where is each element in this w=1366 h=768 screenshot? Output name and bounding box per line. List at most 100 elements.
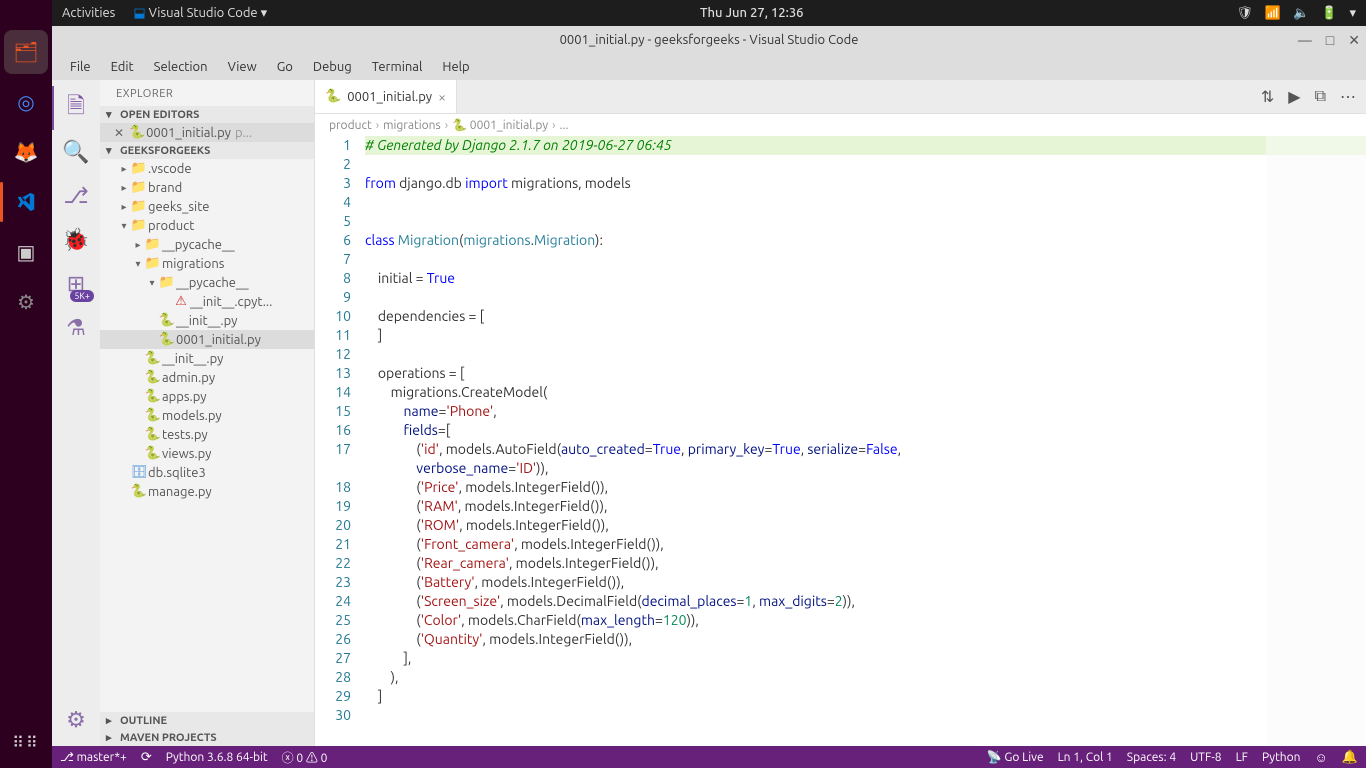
sync-icon[interactable]: ⟳ <box>141 750 152 765</box>
encoding[interactable]: UTF-8 <box>1190 751 1221 764</box>
compare-icon[interactable]: ⇅ <box>1261 87 1274 106</box>
tree-item-label: __pycache__ <box>176 276 249 290</box>
file-apps-py[interactable]: 🐍apps.py <box>100 387 314 406</box>
git-branch[interactable]: ⎇ master*+ <box>60 750 127 764</box>
breadcrumb[interactable]: product›migrations›🐍 0001_initial.py›... <box>315 114 1366 136</box>
folder---pycache--[interactable]: ▾📁__pycache__ <box>100 273 314 292</box>
file-manage-py[interactable]: 🐍manage.py <box>100 482 314 501</box>
breadcrumb-segment[interactable]: product <box>329 119 372 132</box>
tree-item-label: __init__.py <box>162 352 223 366</box>
search-icon[interactable]: 🔍 <box>52 130 100 174</box>
gnome-top-bar: Activities ⬓ Visual Studio Code ▾ Thu Ju… <box>52 0 1366 26</box>
feedback-icon[interactable]: ☺ <box>1315 750 1328 765</box>
launcher-files-icon[interactable]: 🗂 <box>4 30 48 74</box>
menu-go[interactable]: Go <box>267 60 303 74</box>
tab-close-icon[interactable]: × <box>438 89 446 105</box>
open-editor-item[interactable]: ✕ 🐍 0001_initial.py p... <box>100 123 314 142</box>
editor-tabs: 🐍 0001_initial.py × ⇅ ▶ ⧉ ⋯ <box>315 80 1366 114</box>
app-menu[interactable]: ⬓ Visual Studio Code ▾ <box>133 6 267 21</box>
outline-header[interactable]: ▸OUTLINE <box>100 712 314 729</box>
test-icon[interactable]: ⚗ <box>52 306 100 350</box>
source-control-icon[interactable]: ⎇ <box>52 174 100 218</box>
more-actions-icon[interactable]: ⋯ <box>1340 87 1356 106</box>
go-live-button[interactable]: 📡 Go Live <box>987 750 1044 764</box>
tab-label: 0001_initial.py <box>347 90 432 104</box>
close-icon[interactable]: ✕ <box>114 126 124 140</box>
folder-product[interactable]: ▾📁product <box>100 216 314 235</box>
file-0001-initial-py[interactable]: 🐍0001_initial.py <box>100 330 314 349</box>
notifications-icon[interactable]: 🔔 <box>1342 750 1358 765</box>
breadcrumb-segment[interactable]: migrations <box>383 119 441 132</box>
problems[interactable]: ⓧ 0 ⚠ 0 <box>282 749 328 766</box>
open-editor-label: 0001_initial.py <box>146 126 231 140</box>
language-mode[interactable]: Python <box>1262 751 1301 764</box>
file---init---cpyt---[interactable]: ⚠__init__.cpyt... <box>100 292 314 311</box>
menu-debug[interactable]: Debug <box>303 60 362 74</box>
menu-file[interactable]: File <box>60 60 101 74</box>
maven-header[interactable]: ▸MAVEN PROJECTS <box>100 729 314 746</box>
file---init---py[interactable]: 🐍__init__.py <box>100 311 314 330</box>
activity-bar: 🗎 🔍 ⎇ 🐞 ⊞5K+ ⚗ ⚙ <box>52 80 100 746</box>
volume-icon[interactable]: 🔈 <box>1293 6 1309 21</box>
tree-item-label: db.sqlite3 <box>148 466 206 480</box>
folder-geeks-site[interactable]: ▸📁geeks_site <box>100 197 314 216</box>
python-interpreter[interactable]: Python 3.6.8 64-bit <box>166 751 268 764</box>
open-editors-header[interactable]: ▾OPEN EDITORS <box>100 106 314 123</box>
launcher-settings-icon[interactable]: ⚙ <box>4 280 48 324</box>
activities-button[interactable]: Activities <box>62 6 115 20</box>
shield-icon[interactable]: 🛡 <box>1236 6 1253 21</box>
settings-gear-icon[interactable]: ⚙ <box>52 698 100 742</box>
file-views-py[interactable]: 🐍views.py <box>100 444 314 463</box>
file-models-py[interactable]: 🐍models.py <box>100 406 314 425</box>
run-icon[interactable]: ▶ <box>1288 87 1300 106</box>
breadcrumb-segment[interactable]: 🐍 0001_initial.py <box>452 118 548 132</box>
eol[interactable]: LF <box>1236 751 1248 764</box>
menu-selection[interactable]: Selection <box>144 60 218 74</box>
launcher-apps-grid-icon[interactable]: ⠿⠿ <box>6 727 45 758</box>
menu-terminal[interactable]: Terminal <box>362 60 433 74</box>
file---init---py[interactable]: 🐍__init__.py <box>100 349 314 368</box>
indentation[interactable]: Spaces: 4 <box>1127 751 1176 764</box>
explorer-sidebar: EXPLORER ▾OPEN EDITORS ✕ 🐍 0001_initial.… <box>100 80 315 746</box>
menu-help[interactable]: Help <box>432 60 479 74</box>
extensions-icon[interactable]: ⊞5K+ <box>52 262 100 306</box>
folder---pycache--[interactable]: ▸📁__pycache__ <box>100 235 314 254</box>
tree-item-label: views.py <box>162 447 211 461</box>
tree-item-label: models.py <box>162 409 222 423</box>
tree-item-label: geeks_site <box>148 200 209 214</box>
file-admin-py[interactable]: 🐍admin.py <box>100 368 314 387</box>
tree-item-label: product <box>148 219 194 233</box>
launcher-terminal-icon[interactable]: ▣ <box>4 230 48 274</box>
tree-item-label: apps.py <box>162 390 207 404</box>
folder-migrations[interactable]: ▾📁migrations <box>100 254 314 273</box>
folder--vscode[interactable]: ▸📁.vscode <box>100 159 314 178</box>
debug-icon[interactable]: 🐞 <box>52 218 100 262</box>
code-editor[interactable]: 1234567891011121314151617181920212223242… <box>315 136 1366 746</box>
split-editor-icon[interactable]: ⧉ <box>1315 87 1326 106</box>
battery-icon[interactable]: 🔋 <box>1321 6 1337 21</box>
power-menu-icon[interactable]: ▾ <box>1349 6 1356 21</box>
cursor-position[interactable]: Ln 1, Col 1 <box>1058 751 1113 764</box>
close-button[interactable]: ✕ <box>1348 32 1360 49</box>
folder-brand[interactable]: ▸📁brand <box>100 178 314 197</box>
explorer-icon[interactable]: 🗎 <box>52 86 100 130</box>
maximize-button[interactable]: □ <box>1326 32 1334 49</box>
launcher-chromium-icon[interactable]: ◎ <box>4 80 48 124</box>
editor-area: 🐍 0001_initial.py × ⇅ ▶ ⧉ ⋯ product›migr… <box>315 80 1366 746</box>
menu-edit[interactable]: Edit <box>101 60 144 74</box>
launcher-firefox-icon[interactable]: 🦊 <box>4 130 48 174</box>
launcher-vscode-icon[interactable] <box>4 180 48 224</box>
file-tests-py[interactable]: 🐍tests.py <box>100 425 314 444</box>
status-bar: ⎇ master*+ ⟳ Python 3.6.8 64-bit ⓧ 0 ⚠ 0… <box>52 746 1366 768</box>
tree-item-label: .vscode <box>148 162 192 176</box>
minimap[interactable] <box>1266 136 1366 746</box>
tab-0001-initial[interactable]: 🐍 0001_initial.py × <box>315 80 457 113</box>
minimize-button[interactable]: — <box>1298 32 1312 49</box>
tree-item-label: __pycache__ <box>162 238 235 252</box>
breadcrumb-segment[interactable]: ... <box>560 119 569 132</box>
file-db-sqlite3[interactable]: 🗄db.sqlite3 <box>100 463 314 482</box>
clock[interactable]: Thu Jun 27, 12:36 <box>267 6 1236 20</box>
wifi-icon[interactable]: 📶 <box>1265 6 1281 21</box>
menu-view[interactable]: View <box>218 60 267 74</box>
workspace-header[interactable]: ▾GEEKSFORGEEKS <box>100 142 314 159</box>
